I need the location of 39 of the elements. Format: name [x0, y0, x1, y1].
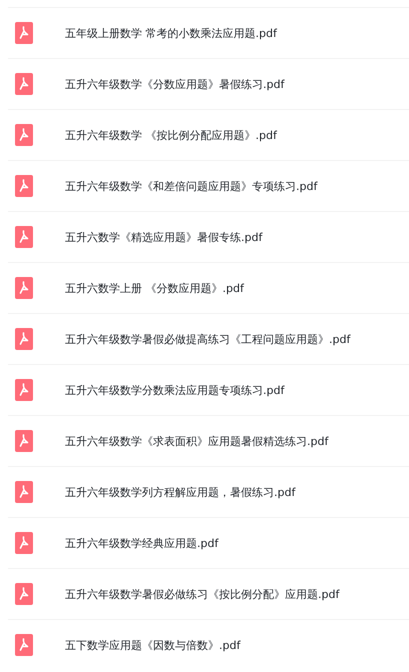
file-name: 五升六年级数学暑假必做提高练习《工程问题应用题》.pdf — [65, 332, 350, 346]
pdf-file-icon — [15, 175, 33, 197]
file-name: 五升六年级数学暑假必做练习《按比例分配》应用题.pdf — [65, 586, 340, 602]
file-row[interactable]: 五升六年级数学《求表面积》应用题暑假精选练习.pdf — [8, 415, 409, 466]
pdf-file-icon — [15, 532, 33, 554]
pdf-file-icon — [15, 430, 33, 452]
pdf-file-icon — [15, 583, 33, 605]
pdf-file-icon — [15, 379, 33, 401]
pdf-file-icon — [15, 124, 33, 146]
pdf-file-icon — [15, 226, 33, 248]
file-row[interactable]: 五升六数学上册 《分数应用题》.pdf — [8, 262, 409, 313]
pdf-file-icon — [15, 22, 33, 44]
file-row[interactable]: 五升六年级数学《和差倍问题应用题》专项练习.pdf — [8, 160, 409, 211]
file-row[interactable]: 五升六年级数学《分数应用题》暑假练习.pdf — [8, 58, 409, 109]
file-name: 五升六年级数学经典应用题.pdf — [65, 536, 218, 550]
file-row[interactable]: 五升六数学《精选应用题》暑假专练.pdf — [8, 211, 409, 262]
file-name: 五升六年级数学《分数应用题》暑假练习.pdf — [65, 76, 284, 92]
pdf-file-icon — [15, 634, 33, 656]
file-name: 五下数学应用题《因数与倍数》.pdf — [65, 638, 240, 652]
pdf-file-icon — [15, 328, 33, 350]
file-row[interactable]: 五升六年级数学分数乘法应用题专项练习.pdf — [8, 364, 409, 415]
file-row[interactable]: 五升六年级数学暑假必做练习《按比例分配》应用题.pdf — [8, 568, 409, 619]
file-name: 五升六年级数学《求表面积》应用题暑假精选练习.pdf — [65, 434, 328, 448]
file-row[interactable]: 五升六年级数学暑假必做提高练习《工程问题应用题》.pdf — [8, 313, 409, 364]
pdf-file-icon — [15, 277, 33, 299]
file-name: 五升六年级数学分数乘法应用题专项练习.pdf — [65, 382, 284, 398]
file-name: 五年级上册数学 常考的小数乘法应用题.pdf — [65, 26, 277, 40]
file-name: 五升六数学上册 《分数应用题》.pdf — [65, 280, 244, 296]
file-row[interactable]: 五下数学应用题《因数与倍数》.pdf — [8, 619, 409, 670]
file-name: 五升六数学《精选应用题》暑假专练.pdf — [65, 230, 262, 244]
pdf-file-icon — [15, 73, 33, 95]
file-row[interactable]: 五升六年级数学列方程解应用题，暑假练习.pdf — [8, 466, 409, 517]
file-row[interactable]: 五升六年级数学经典应用题.pdf — [8, 517, 409, 568]
file-name: 五升六年级数学 《按比例分配应用题》.pdf — [65, 128, 277, 142]
file-name: 五升六年级数学《和差倍问题应用题》专项练习.pdf — [65, 178, 318, 194]
file-name: 五升六年级数学列方程解应用题，暑假练习.pdf — [65, 484, 296, 500]
file-row[interactable]: 五年级上册数学 常考的小数乘法应用题.pdf — [8, 7, 409, 58]
pdf-file-icon — [15, 481, 33, 503]
file-row[interactable]: 五升六年级数学 《按比例分配应用题》.pdf — [8, 109, 409, 160]
